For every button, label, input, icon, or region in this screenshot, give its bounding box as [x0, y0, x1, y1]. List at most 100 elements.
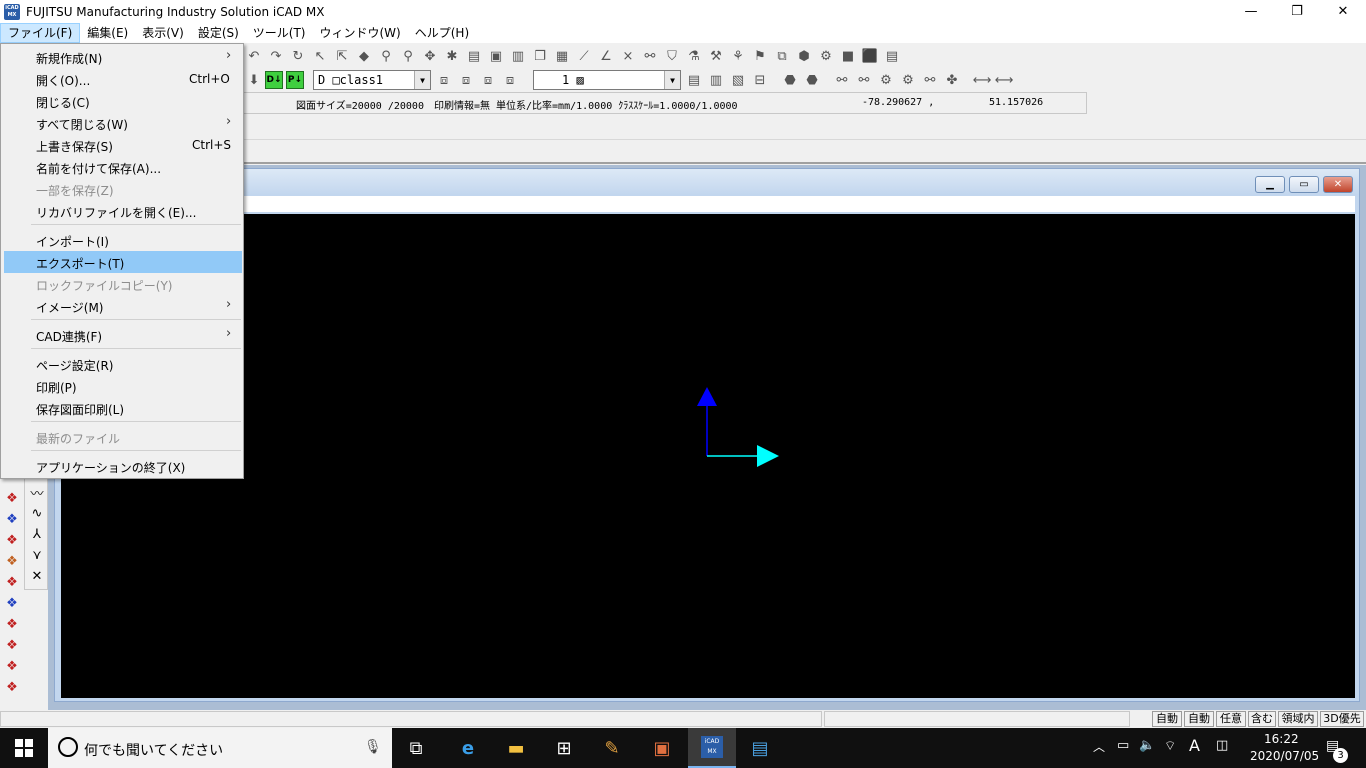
cube-icon[interactable]: ❖ [3, 510, 21, 528]
close-button[interactable]: ✕ [1320, 0, 1366, 23]
puzzle-icon[interactable]: ✤ [943, 71, 961, 89]
child-minimize-button[interactable]: ▁ [1255, 176, 1285, 193]
image-icon[interactable]: ▧ [729, 71, 747, 89]
search-box[interactable]: 何でも聞いてください 🎙 [48, 728, 392, 768]
icad-taskbar-icon[interactable]: iCAD MX [688, 728, 736, 768]
dimension2-icon[interactable]: ⟷ [995, 71, 1014, 89]
tree-icon[interactable]: ⚘ [729, 47, 747, 65]
menu-item-save-as[interactable]: 名前を付けて保存(A)... [4, 156, 242, 178]
volume-icon[interactable]: 🔈 [1139, 738, 1155, 753]
shape-icon[interactable]: ◆ [355, 47, 373, 65]
remote-desktop-icon[interactable]: ▤ [736, 728, 784, 768]
snap-icon[interactable]: ✱ [443, 47, 461, 65]
arrow-down-icon[interactable]: ⬇ [245, 71, 263, 89]
clock-time[interactable]: 16:22 [1264, 732, 1299, 746]
box-icon[interactable]: ⧈ [435, 71, 453, 89]
menu-item-new[interactable]: 新規作成(N) › [4, 46, 242, 68]
tool-icon[interactable]: ⚒ [707, 47, 725, 65]
line-style-select[interactable]: 1 ▨ ▼ [533, 70, 681, 90]
hex-icon[interactable]: ⬣ [781, 71, 799, 89]
part-down-button[interactable]: P↓ [286, 71, 304, 89]
menu-tools[interactable]: ツール(T) [246, 23, 313, 43]
arc-icon[interactable]: 〰 [28, 483, 46, 502]
redo-icon[interactable]: ↷ [267, 47, 285, 65]
bolt-icon[interactable]: ❖ [3, 594, 21, 612]
maximize-button[interactable]: ❐ [1274, 0, 1320, 23]
layer-icon[interactable]: ▤ [465, 47, 483, 65]
chain2-icon[interactable]: ⚯ [855, 71, 873, 89]
angle-icon[interactable]: ∠ [597, 47, 615, 65]
menu-settings[interactable]: 設定(S) [191, 23, 246, 43]
powerpoint-icon[interactable]: ▣ [638, 728, 686, 768]
fork-icon[interactable]: ⅄ [28, 525, 46, 543]
file-explorer-icon[interactable]: ▬ [492, 728, 540, 768]
layer-class-select[interactable]: D □class1 ▼ [313, 70, 431, 90]
menu-help[interactable]: ヘルプ(H) [408, 23, 476, 43]
chain-icon[interactable]: ⚯ [833, 71, 851, 89]
color-icon[interactable]: ⬢ [795, 47, 813, 65]
arbitrary-button[interactable]: 任意 [1216, 711, 1246, 727]
gear2-icon[interactable]: ⚙ [899, 71, 917, 89]
ime-mode-icon[interactable]: ◫ [1216, 738, 1228, 753]
menu-item-open-recovery[interactable]: リカバリファイルを開く(E)... [4, 200, 242, 222]
solid-icon[interactable]: ⬛ [861, 47, 879, 65]
drawing-window-title-bar[interactable]: ▁ ▭ ✕ [55, 169, 1359, 195]
zoom-icon[interactable]: ⚲ [377, 47, 395, 65]
print-preview-icon[interactable]: ▤ [685, 71, 703, 89]
chain3-icon[interactable]: ⚯ [921, 71, 939, 89]
pan-icon[interactable]: ✥ [421, 47, 439, 65]
gear-red-icon[interactable]: ❖ [3, 657, 21, 675]
child-close-button[interactable]: ✕ [1323, 176, 1353, 193]
link-icon[interactable]: ⚯ [641, 47, 659, 65]
property-icon[interactable]: ⚙ [817, 47, 835, 65]
undo-icon[interactable]: ↶ [245, 47, 263, 65]
start-button[interactable] [0, 728, 48, 768]
flag-icon[interactable]: ⚑ [751, 47, 769, 65]
part-icon[interactable]: ❖ [3, 552, 21, 570]
window-icon[interactable]: ▣ [487, 47, 505, 65]
paint-icon[interactable]: ✎ [588, 728, 636, 768]
frame-icon[interactable]: ▦ [553, 47, 571, 65]
menu-item-page-setup[interactable]: ページ設定(R) [4, 353, 242, 375]
child-maximize-button[interactable]: ▭ [1289, 176, 1319, 193]
menu-item-import[interactable]: インポート(I) [4, 229, 242, 251]
inside-area-button[interactable]: 領域内 [1278, 711, 1318, 727]
select-arrow-icon[interactable]: ↖ [311, 47, 329, 65]
edge-icon[interactable]: e [444, 728, 492, 768]
task-view-icon[interactable]: ⧉ [392, 728, 440, 768]
drawing-down-button[interactable]: D↓ [265, 71, 283, 89]
menu-view[interactable]: 表示(V) [135, 23, 191, 43]
store-icon[interactable]: ⊞ [540, 728, 588, 768]
tag-icon[interactable]: ❖ [3, 573, 21, 591]
snap-auto-button[interactable]: 自動 [1152, 711, 1182, 727]
3d-priority-button[interactable]: 3D優先 [1320, 711, 1364, 727]
book-icon[interactable]: ❖ [3, 489, 21, 507]
menu-item-print-saved[interactable]: 保存図面印刷(L) [4, 397, 242, 419]
hex2-icon[interactable]: ⬣ [803, 71, 821, 89]
microphone-icon[interactable]: 🎙 [364, 739, 382, 755]
ime-indicator[interactable]: A [1189, 736, 1200, 755]
mode-auto-button[interactable]: 自動 [1184, 711, 1214, 727]
save-icon[interactable]: ▥ [509, 47, 527, 65]
branch-icon[interactable]: ⋎ [28, 546, 46, 564]
chevron-up-icon[interactable]: ︿ [1093, 738, 1105, 755]
menu-item-save[interactable]: 上書き保存(S) Ctrl+S [4, 134, 242, 156]
pick-icon[interactable]: ⇱ [333, 47, 351, 65]
menu-item-export[interactable]: エクスポート(T) [4, 251, 242, 273]
drawing-canvas[interactable] [61, 214, 1355, 698]
clock-date[interactable]: 2020/07/05 [1250, 749, 1319, 763]
list-icon[interactable]: ▤ [883, 47, 901, 65]
menu-item-open[interactable]: 開く(O)... Ctrl+O [4, 68, 242, 90]
battery-icon[interactable]: ▭ [1117, 738, 1129, 753]
menu-item-exit[interactable]: アプリケーションの終了(X) [4, 455, 242, 477]
menu-edit[interactable]: 編集(E) [80, 23, 135, 43]
measure-icon[interactable]: ⟋ [575, 47, 593, 65]
include-button[interactable]: 含む [1248, 711, 1276, 727]
multiply-icon[interactable]: × [619, 47, 637, 65]
menu-window[interactable]: ウィンドウ(W) [313, 23, 408, 43]
car-icon[interactable]: ❖ [3, 678, 21, 696]
block-icon[interactable]: ■ [839, 47, 857, 65]
box-open-icon[interactable]: ⧈ [457, 71, 475, 89]
menu-item-cad-link[interactable]: CAD連携(F) › [4, 324, 242, 346]
group-icon[interactable]: ⧉ [773, 47, 791, 65]
